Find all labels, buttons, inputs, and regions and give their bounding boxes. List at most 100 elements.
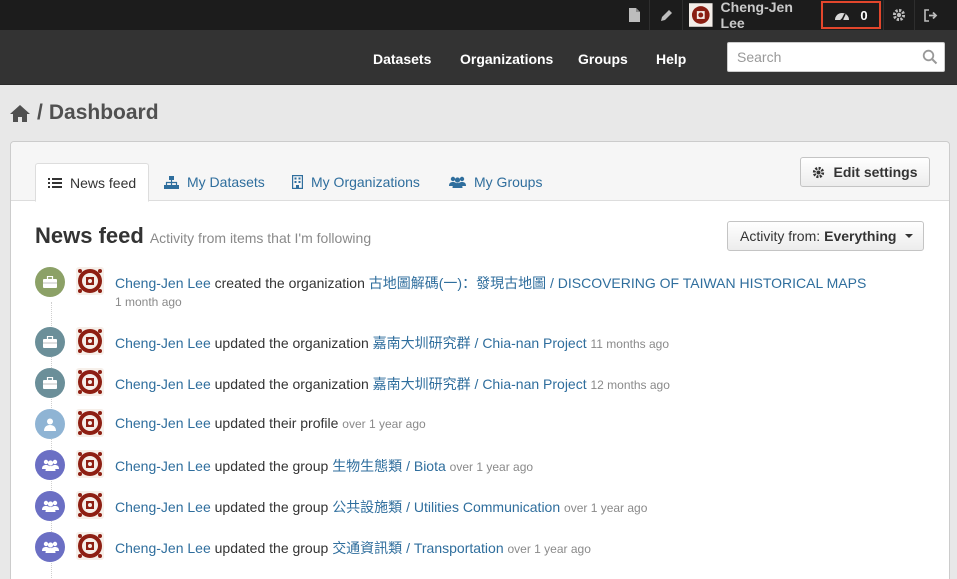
tab-label: News feed: [70, 174, 137, 191]
tab-news-feed[interactable]: News feed: [35, 163, 150, 202]
activity-text: Cheng-Jen Lee updated the group 公共設施類 / …: [115, 497, 647, 517]
activity-verb: updated the group: [214, 540, 329, 556]
activity-verb: updated the group: [214, 499, 329, 515]
activity-date: 12 months ago: [590, 378, 670, 392]
activity-date: over 1 year ago: [507, 542, 591, 556]
activity-date: over 1 year ago: [342, 417, 426, 431]
activity-text: Cheng-Jen Lee updated the organization 嘉…: [115, 374, 670, 394]
activity-item: Cheng-Jen Lee updated the group 公共設施類 / …: [11, 491, 949, 531]
search-input[interactable]: [728, 43, 918, 71]
user-profile-link[interactable]: Cheng-Jen Lee: [683, 0, 819, 31]
account-masthead: Cheng-Jen Lee 0: [0, 0, 957, 31]
feed-subtitle: Activity from items that I'm following: [149, 230, 372, 246]
sign-out-icon[interactable]: [915, 0, 947, 30]
briefcase-icon: [35, 368, 65, 398]
group-icon: [35, 532, 65, 562]
actor-link[interactable]: Cheng-Jen Lee: [115, 335, 211, 351]
activity-text: Cheng-Jen Lee updated their profile over…: [115, 415, 426, 431]
main-masthead: Datasets Organizations Groups Help: [0, 30, 957, 85]
actor-link[interactable]: Cheng-Jen Lee: [115, 275, 211, 291]
activity-verb: updated their profile: [214, 415, 339, 431]
tab-my-groups[interactable]: My Groups: [437, 163, 554, 201]
actor-link[interactable]: Cheng-Jen Lee: [115, 499, 211, 515]
activity-text: Cheng-Jen Lee updated the group 生物生態類 / …: [115, 456, 533, 476]
activity-filter-label: Activity from:: [740, 228, 821, 244]
activity-filter-dropdown[interactable]: Activity from: Everything: [727, 221, 924, 251]
activity-text: Cheng-Jen Lee updated the group 交通資訊類 / …: [115, 538, 591, 558]
feed-title: News feed: [35, 223, 144, 248]
activity-object-link[interactable]: 交通資訊類 / Transportation: [332, 540, 503, 556]
dashboard-icon: [835, 13, 850, 21]
page-header: News feed My Datasets My Organizations M…: [11, 142, 949, 202]
activity-object-link[interactable]: 嘉南大圳研究群 / Chia-nan Project: [373, 335, 587, 351]
activity-item: Cheng-Jen Lee updated the organization 嘉…: [11, 368, 949, 408]
activity-text: Cheng-Jen Lee created the organization 古…: [115, 273, 866, 293]
avatar[interactable]: [76, 267, 104, 295]
activity-object-link[interactable]: 公共設施類 / Utilities Communication: [332, 499, 560, 515]
activity-date: 1 month ago: [115, 295, 182, 309]
pencil-icon[interactable]: [650, 0, 682, 30]
activity-verb: updated the group: [214, 458, 329, 474]
search-icon[interactable]: [922, 49, 938, 65]
nav-groups[interactable]: Groups: [578, 30, 628, 85]
group-icon: [35, 491, 65, 521]
breadcrumb-separator: /: [37, 101, 43, 124]
activity-object-link[interactable]: 生物生態類 / Biota: [332, 458, 446, 474]
edit-settings-label: Edit settings: [833, 164, 918, 180]
tab-label: My Organizations: [311, 174, 420, 190]
activity-date: 11 months ago: [590, 337, 670, 351]
sitemap-icon: [164, 175, 179, 189]
caret-down-icon: [905, 234, 914, 238]
breadcrumb-dashboard[interactable]: Dashboard: [49, 101, 159, 125]
feed-heading: News feed Activity from items that I'm f…: [35, 223, 371, 249]
actor-link[interactable]: Cheng-Jen Lee: [115, 458, 211, 474]
activity-verb: updated the organization: [214, 335, 369, 351]
avatar[interactable]: [76, 450, 104, 478]
actor-link[interactable]: Cheng-Jen Lee: [115, 376, 211, 392]
activity-object-link[interactable]: 古地圖解碼(一)：發現古地圖 / DISCOVERING OF TAIWAN H…: [369, 275, 867, 291]
activity-item: 1 month ago Cheng-Jen Lee created the org…: [11, 267, 949, 309]
dashboard-button[interactable]: 0: [821, 1, 881, 29]
activity-item: Cheng-Jen Lee updated the organization 嘉…: [11, 327, 949, 367]
activity-item: Cheng-Jen Lee updated the group 生物生態類 / …: [11, 450, 949, 490]
tab-label: My Datasets: [187, 174, 265, 190]
activity-verb: created the organization: [214, 275, 365, 291]
document-icon[interactable]: [620, 0, 648, 30]
gear-icon[interactable]: [884, 0, 914, 30]
activity-text: Cheng-Jen Lee updated the organization 嘉…: [115, 333, 669, 353]
nav-organizations[interactable]: Organizations: [460, 30, 553, 85]
avatar[interactable]: [76, 532, 104, 560]
activity-filter-value: Everything: [824, 228, 897, 244]
user-name: Cheng-Jen Lee: [720, 0, 793, 31]
group-icon: [35, 450, 65, 480]
activity-item: Cheng-Jen Lee updated the group 交通資訊類 / …: [11, 532, 949, 572]
edit-settings-button[interactable]: Edit settings: [800, 157, 930, 187]
activity-object-link[interactable]: 嘉南大圳研究群 / Chia-nan Project: [373, 376, 587, 392]
tab-my-datasets[interactable]: My Datasets: [152, 163, 277, 201]
main-panel: News feed My Datasets My Organizations M…: [10, 141, 950, 579]
avatar[interactable]: [76, 409, 104, 437]
avatar[interactable]: [76, 327, 104, 355]
briefcase-icon: [35, 327, 65, 357]
activity-verb: updated the organization: [214, 376, 369, 392]
building-icon: [292, 175, 303, 189]
user-icon: [35, 409, 65, 439]
avatar[interactable]: [76, 491, 104, 519]
list-icon: [48, 177, 62, 188]
actor-link[interactable]: Cheng-Jen Lee: [115, 415, 211, 431]
actor-link[interactable]: Cheng-Jen Lee: [115, 540, 211, 556]
avatar: [689, 3, 713, 27]
activity-item: Cheng-Jen Lee updated their profile over…: [11, 409, 949, 449]
group-icon: [449, 176, 466, 188]
activity-date: over 1 year ago: [449, 460, 534, 474]
tab-label: My Groups: [474, 174, 543, 190]
gear-icon: [813, 166, 825, 178]
avatar[interactable]: [76, 368, 104, 396]
home-icon[interactable]: [10, 104, 30, 122]
nav-datasets[interactable]: Datasets: [373, 30, 431, 85]
search-form: [727, 42, 945, 72]
dashboard-count: 0: [860, 7, 868, 23]
nav-help[interactable]: Help: [656, 30, 686, 85]
tab-my-organizations[interactable]: My Organizations: [280, 163, 432, 201]
breadcrumb: / Dashboard: [10, 100, 159, 126]
